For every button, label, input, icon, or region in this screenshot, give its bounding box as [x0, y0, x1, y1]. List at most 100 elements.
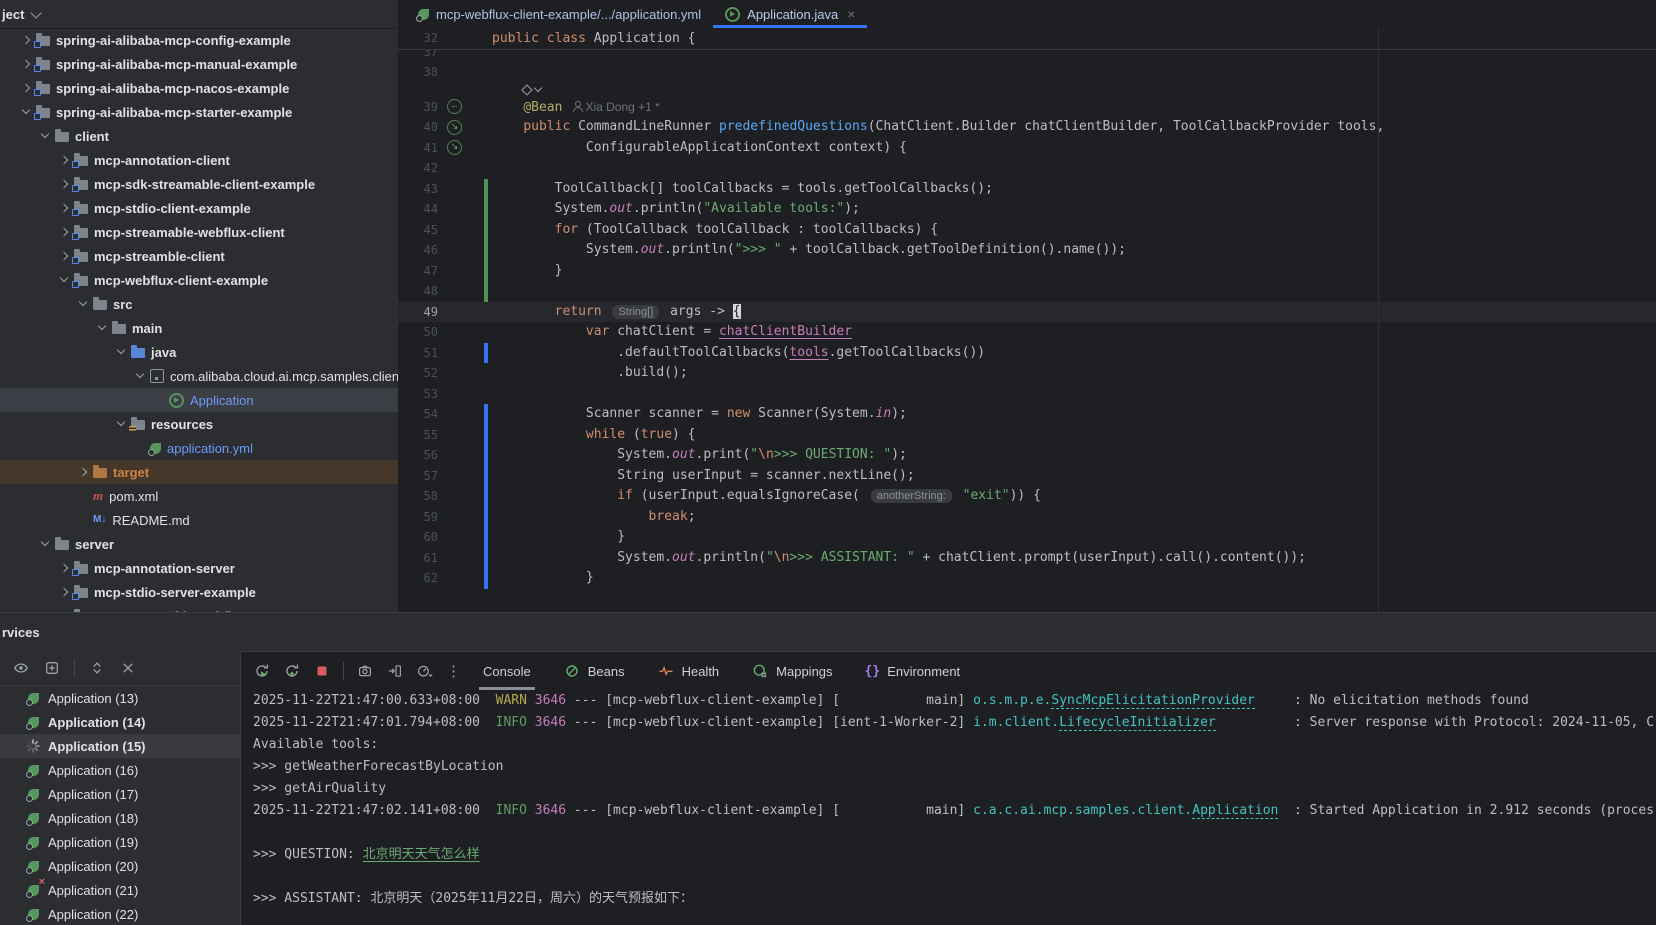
logger-link[interactable]: o.s.m.p.e.: [973, 693, 1051, 708]
tree-item[interactable]: M↓README.md: [0, 508, 398, 532]
tree-item[interactable]: Application: [0, 388, 398, 412]
tab-application-java[interactable]: Application.java ×: [713, 0, 867, 28]
code-line[interactable]: 42: [398, 158, 1656, 179]
tree-item[interactable]: main: [0, 316, 398, 340]
tab-mappings[interactable]: Mappings: [741, 652, 842, 690]
profiler-icon[interactable]: [416, 662, 434, 680]
tab-console[interactable]: Console: [473, 652, 541, 690]
tree-item[interactable]: com.alibaba.cloud.ai.mcp.samples.client: [0, 364, 398, 388]
view-mode-icon[interactable]: [12, 659, 30, 677]
chevron-right-icon[interactable]: [55, 220, 74, 244]
code-line[interactable]: 47 }: [398, 261, 1656, 282]
tree-item[interactable]: mcp-annotation-client: [0, 148, 398, 172]
chevron-right-icon[interactable]: [55, 196, 74, 220]
tree-item[interactable]: mcp-streamable-webflux-server: [0, 604, 398, 612]
tree-item[interactable]: spring-ai-alibaba-mcp-manual-example: [0, 52, 398, 76]
code-line[interactable]: 55 while (true) {: [398, 425, 1656, 446]
tab-health[interactable]: Health: [647, 652, 730, 690]
service-item[interactable]: Application (22): [0, 902, 240, 925]
chevron-right-icon[interactable]: [55, 556, 74, 580]
service-item[interactable]: Application (14): [0, 710, 240, 734]
ai-inlay-line[interactable]: [398, 83, 1656, 97]
collapse-all-icon[interactable]: [119, 659, 137, 677]
chevron-down-icon[interactable]: [55, 268, 74, 292]
open-in-new-tab-icon[interactable]: [43, 659, 61, 677]
bean-icon[interactable]: ↘: [447, 140, 462, 155]
code-line[interactable]: 38: [398, 62, 1656, 83]
chevron-down-icon[interactable]: [131, 364, 150, 388]
chevron-down-icon[interactable]: [36, 124, 55, 148]
chevron-down-icon[interactable]: [36, 532, 55, 556]
code-line[interactable]: 57 String userInput = scanner.nextLine()…: [398, 466, 1656, 487]
tree-item[interactable]: mcp-stdio-server-example: [0, 580, 398, 604]
service-item[interactable]: Application (20): [0, 854, 240, 878]
tree-item[interactable]: mpom.xml: [0, 484, 398, 508]
chevron-down-icon[interactable]: [93, 316, 112, 340]
code-line[interactable]: 43 ToolCallback[] toolCallbacks = tools.…: [398, 179, 1656, 200]
tree-item[interactable]: src: [0, 292, 398, 316]
code-line[interactable]: 62 }: [398, 568, 1656, 589]
code-line[interactable]: 50 var chatClient = chatClientBuilder: [398, 322, 1656, 343]
rerun-icon[interactable]: [253, 662, 271, 680]
tree-item[interactable]: spring-ai-alibaba-mcp-nacos-example: [0, 76, 398, 100]
chevron-right-icon[interactable]: [17, 76, 36, 100]
service-item[interactable]: Application (17): [0, 782, 240, 806]
chevron-down-icon[interactable]: [74, 292, 93, 316]
services-panel-header[interactable]: rvices: [0, 613, 1656, 651]
tab-application-yml[interactable]: mcp-webflux-client-example/.../applicati…: [406, 0, 713, 28]
service-item[interactable]: Application (18): [0, 806, 240, 830]
expand-all-icon[interactable]: [88, 659, 106, 677]
logger-link[interactable]: SyncMcpElicitationProvider: [1051, 693, 1255, 709]
code-line[interactable]: 59 break;: [398, 507, 1656, 528]
chevron-right-icon[interactable]: [55, 604, 74, 612]
console-output[interactable]: 2025-11-22T21:47:00.633+08:00 WARN 3646 …: [241, 690, 1656, 925]
code-line[interactable]: 37: [398, 50, 1656, 62]
chevron-down-icon[interactable]: [112, 412, 131, 436]
code-line[interactable]: 48: [398, 281, 1656, 302]
chevron-right-icon[interactable]: [55, 244, 74, 268]
restart-application-icon[interactable]: [283, 662, 301, 680]
ai-inlay-icon[interactable]: [523, 83, 541, 97]
code-line[interactable]: 49 return String[] args -> {: [398, 302, 1656, 323]
tree-item[interactable]: mcp-streamable-webflux-client: [0, 220, 398, 244]
code-editor[interactable]: 32public class Application {373839← @Bea…: [398, 28, 1656, 612]
tab-beans[interactable]: Beans: [553, 652, 635, 690]
logger-link[interactable]: i.m.client.: [973, 715, 1059, 730]
chevron-down-icon[interactable]: [17, 100, 36, 124]
sticky-line[interactable]: 32public class Application {: [398, 28, 1656, 50]
code-line[interactable]: 60 }: [398, 527, 1656, 548]
chevron-right-icon[interactable]: [55, 148, 74, 172]
code-line[interactable]: 40↘ public CommandLineRunner predefinedQ…: [398, 117, 1656, 138]
stop-icon[interactable]: [313, 662, 331, 680]
tree-item[interactable]: server: [0, 532, 398, 556]
tree-item[interactable]: spring-ai-alibaba-mcp-starter-example: [0, 100, 398, 124]
code-line[interactable]: 53: [398, 384, 1656, 405]
logger-link[interactable]: c.a.c.ai.mcp.samples.client.: [973, 803, 1192, 818]
tree-item[interactable]: mcp-sdk-streamable-client-example: [0, 172, 398, 196]
tree-item[interactable]: mcp-webflux-client-example: [0, 268, 398, 292]
code-line[interactable]: 54 Scanner scanner = new Scanner(System.…: [398, 404, 1656, 425]
chevron-right-icon[interactable]: [55, 580, 74, 604]
chevron-right-icon[interactable]: [17, 28, 36, 52]
code-line[interactable]: 45 for (ToolCallback toolCallback : tool…: [398, 220, 1656, 241]
chevron-right-icon[interactable]: [17, 52, 36, 76]
code-line[interactable]: 41↘ ConfigurableApplicationContext conte…: [398, 138, 1656, 159]
tree-item[interactable]: mcp-streamble-client: [0, 244, 398, 268]
service-item[interactable]: Application (16): [0, 758, 240, 782]
more-options-icon[interactable]: ⋮: [446, 662, 461, 680]
tree-item[interactable]: java: [0, 340, 398, 364]
chevron-right-icon[interactable]: [74, 460, 93, 484]
thread-dump-icon[interactable]: [356, 662, 374, 680]
bean-icon[interactable]: ↘: [447, 120, 462, 135]
chevron-down-icon[interactable]: [112, 340, 131, 364]
service-item[interactable]: Application (13): [0, 686, 240, 710]
project-panel-header[interactable]: ject: [0, 0, 398, 29]
chevron-right-icon[interactable]: [55, 172, 74, 196]
tree-item[interactable]: application.yml: [0, 436, 398, 460]
tree-item[interactable]: spring-ai-alibaba-mcp-config-example: [0, 28, 398, 52]
logger-link[interactable]: LifecycleInitializer: [1059, 715, 1216, 731]
code-line[interactable]: 44 System.out.println("Available tools:"…: [398, 199, 1656, 220]
tree-item[interactable]: resources: [0, 412, 398, 436]
code-line[interactable]: 56 System.out.print("\n>>> QUESTION: ");: [398, 445, 1656, 466]
code-line[interactable]: 58 if (userInput.equalsIgnoreCase( anoth…: [398, 486, 1656, 507]
